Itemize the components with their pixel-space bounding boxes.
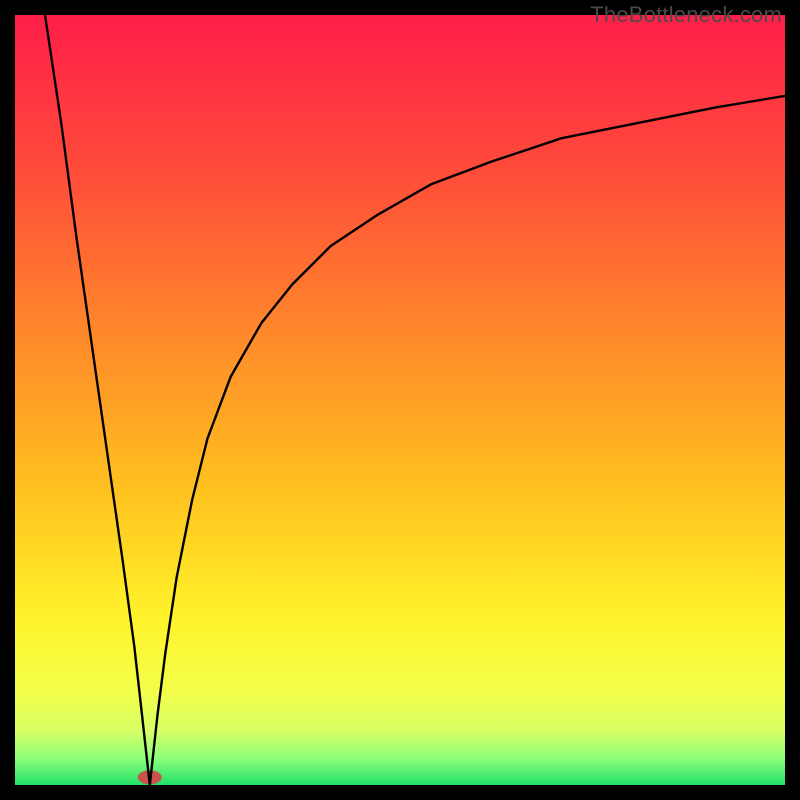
watermark-text: TheBottleneck.com <box>590 2 782 28</box>
chart-frame <box>15 15 785 785</box>
chart-svg <box>15 15 785 785</box>
gradient-background <box>15 15 785 785</box>
